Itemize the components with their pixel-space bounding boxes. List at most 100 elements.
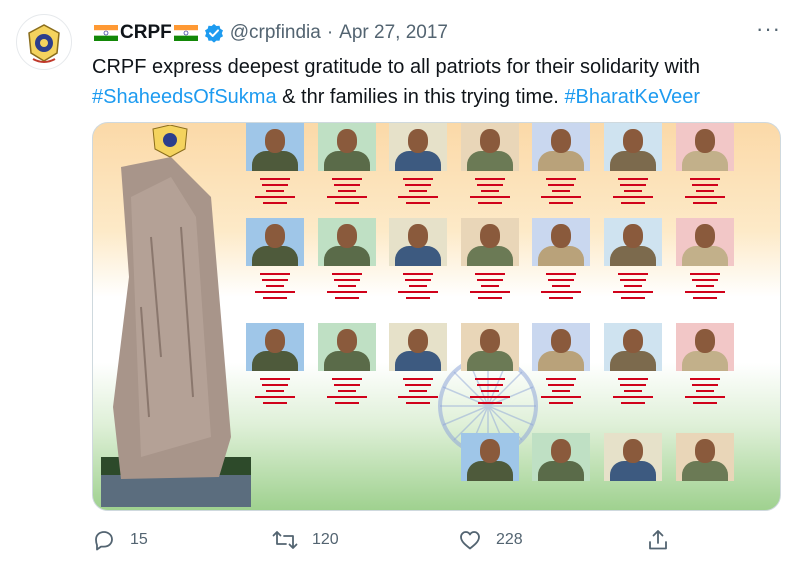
more-options-icon[interactable]: ··· <box>756 16 781 42</box>
portrait-uniform <box>324 151 370 171</box>
soldier-portrait <box>529 323 593 407</box>
portrait-uniform <box>538 246 584 266</box>
tweet-media-image[interactable] <box>92 122 781 511</box>
portrait-photo <box>461 323 519 371</box>
avatar[interactable] <box>16 14 72 70</box>
soldier-portrait <box>243 123 307 207</box>
portrait-caption-lines <box>315 175 379 207</box>
display-name[interactable]: CRPF <box>120 22 172 44</box>
portrait-caption-lines <box>315 270 379 302</box>
portrait-caption-lines <box>673 375 737 407</box>
portrait-uniform <box>467 351 513 371</box>
tweet-header: CRPF @crpfindia · Apr 27, 2017 <box>92 20 448 46</box>
portrait-head <box>551 129 571 153</box>
like-icon <box>460 531 480 550</box>
portrait-caption-lines <box>243 270 307 302</box>
portrait-uniform <box>538 151 584 171</box>
portrait-uniform <box>395 351 441 371</box>
tweet-actions: 15 120 228 <box>92 528 692 556</box>
share-button[interactable] <box>646 528 684 552</box>
like-button[interactable]: 228 <box>458 528 523 552</box>
soldier-portrait <box>315 123 379 207</box>
soldier-portrait <box>315 323 379 407</box>
portrait-photo <box>604 323 662 371</box>
portrait-photo <box>532 123 590 171</box>
portrait-head <box>337 129 357 153</box>
tweet-text-part: CRPF express deepest gratitude to all pa… <box>92 56 701 78</box>
portrait-head <box>337 329 357 353</box>
caption-text-lines <box>685 378 725 404</box>
caption-text-lines <box>470 273 510 299</box>
portrait-caption-lines <box>673 270 737 302</box>
soldier-portrait <box>386 123 450 207</box>
separator-dot: · <box>326 22 334 43</box>
flag-india-icon <box>173 25 198 41</box>
portrait-photo <box>246 123 304 171</box>
portrait-uniform <box>538 461 584 481</box>
portrait-head <box>551 439 571 463</box>
portrait-caption-lines <box>529 175 593 207</box>
portrait-head <box>695 439 715 463</box>
portrait-uniform <box>395 246 441 266</box>
tweet-date[interactable]: Apr 27, 2017 <box>339 22 448 44</box>
portrait-uniform <box>610 151 656 171</box>
portrait-caption-lines <box>386 175 450 207</box>
portrait-uniform <box>610 246 656 266</box>
portrait-uniform <box>324 246 370 266</box>
caption-text-lines <box>470 378 510 404</box>
portrait-uniform <box>538 351 584 371</box>
portrait-uniform <box>610 351 656 371</box>
soldier-portrait <box>458 123 522 207</box>
portrait-photo <box>604 433 662 481</box>
soldier-portrait <box>673 218 737 302</box>
portrait-photo <box>461 433 519 481</box>
hashtag-link[interactable]: #BharatKeVeer <box>564 86 700 108</box>
caption-text-lines <box>398 273 438 299</box>
caption-text-lines <box>613 378 653 404</box>
portrait-uniform <box>467 151 513 171</box>
portrait-caption-lines <box>529 375 593 407</box>
portrait-photo <box>532 433 590 481</box>
portrait-photo <box>246 218 304 266</box>
portrait-head <box>408 129 428 153</box>
portrait-photo <box>676 433 734 481</box>
soldier-portrait <box>386 218 450 302</box>
portrait-head <box>480 439 500 463</box>
portrait-caption-lines <box>458 270 522 302</box>
soldier-portrait <box>386 323 450 407</box>
portrait-photo <box>318 323 376 371</box>
soldier-portrait <box>601 123 665 207</box>
portrait-head <box>408 329 428 353</box>
hashtag-link[interactable]: #ShaheedsOfSukma <box>92 86 277 108</box>
portrait-photo <box>461 218 519 266</box>
portrait-photo <box>676 218 734 266</box>
portrait-uniform <box>682 351 728 371</box>
like-count: 228 <box>496 531 523 548</box>
portrait-head <box>551 224 571 248</box>
reply-icon <box>95 531 113 551</box>
user-handle[interactable]: @crpfindia <box>230 22 321 44</box>
portrait-caption-lines <box>458 375 522 407</box>
caption-text-lines <box>398 178 438 204</box>
portrait-caption-lines <box>601 270 665 302</box>
portrait-uniform <box>252 151 298 171</box>
soldier-portrait <box>673 433 737 481</box>
caption-text-lines <box>685 178 725 204</box>
soldier-portrait <box>529 433 593 481</box>
portrait-uniform <box>324 351 370 371</box>
portrait-uniform <box>395 151 441 171</box>
soldier-portrait <box>601 433 665 481</box>
soldier-portrait <box>315 218 379 302</box>
soldier-portrait <box>601 218 665 302</box>
soldier-portrait <box>458 433 522 481</box>
caption-text-lines <box>255 378 295 404</box>
retweet-button[interactable]: 120 <box>272 528 339 552</box>
reply-button[interactable]: 15 <box>92 528 148 552</box>
portrait-caption-lines <box>243 175 307 207</box>
soldier-portrait <box>601 323 665 407</box>
portrait-uniform <box>252 351 298 371</box>
soldier-portrait <box>458 323 522 407</box>
portrait-head <box>623 439 643 463</box>
portrait-head <box>265 329 285 353</box>
portrait-photo <box>676 123 734 171</box>
